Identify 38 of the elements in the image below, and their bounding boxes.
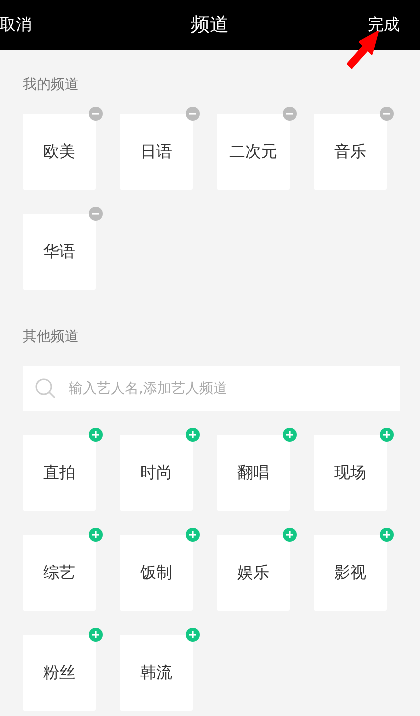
pointer-arrow-icon	[344, 30, 380, 72]
channel-tile[interactable]: 现场	[314, 435, 387, 511]
channel-tile[interactable]: 粉丝	[23, 635, 96, 711]
channel-tile[interactable]: 日语	[120, 114, 193, 190]
channel-tile[interactable]: 二次元	[217, 114, 290, 190]
channel-tile[interactable]: 直拍	[23, 435, 96, 511]
channel-tile[interactable]: 音乐	[314, 114, 387, 190]
add-icon[interactable]	[89, 628, 103, 642]
cancel-button[interactable]: 取消	[0, 14, 32, 36]
add-icon[interactable]	[380, 428, 394, 442]
add-icon[interactable]	[186, 428, 200, 442]
remove-icon[interactable]	[380, 107, 394, 121]
channel-tile[interactable]: 翻唱	[217, 435, 290, 511]
channel-tile[interactable]: 饭制	[120, 535, 193, 611]
channel-tile[interactable]: 综艺	[23, 535, 96, 611]
add-icon[interactable]	[283, 428, 297, 442]
channel-tile[interactable]: 时尚	[120, 435, 193, 511]
channel-tile[interactable]: 韩流	[120, 635, 193, 711]
add-icon[interactable]	[186, 628, 200, 642]
channel-tile[interactable]: 影视	[314, 535, 387, 611]
add-icon[interactable]	[380, 528, 394, 542]
section-title: 其他频道	[23, 328, 79, 346]
done-button[interactable]: 完成	[368, 14, 400, 36]
remove-icon[interactable]	[89, 107, 103, 121]
add-icon[interactable]	[186, 528, 200, 542]
remove-icon[interactable]	[283, 107, 297, 121]
search-field[interactable]: 输入艺人名,添加艺人频道	[23, 366, 400, 411]
remove-icon[interactable]	[89, 207, 103, 221]
section-title: 我的频道	[23, 76, 79, 94]
channel-tile[interactable]: 华语	[23, 214, 96, 290]
remove-icon[interactable]	[186, 107, 200, 121]
add-icon[interactable]	[283, 528, 297, 542]
search-icon	[35, 378, 57, 400]
page-title: 频道	[191, 13, 229, 38]
add-icon[interactable]	[89, 428, 103, 442]
add-icon[interactable]	[89, 528, 103, 542]
channel-tile[interactable]: 娱乐	[217, 535, 290, 611]
channel-tile[interactable]: 欧美	[23, 114, 96, 190]
